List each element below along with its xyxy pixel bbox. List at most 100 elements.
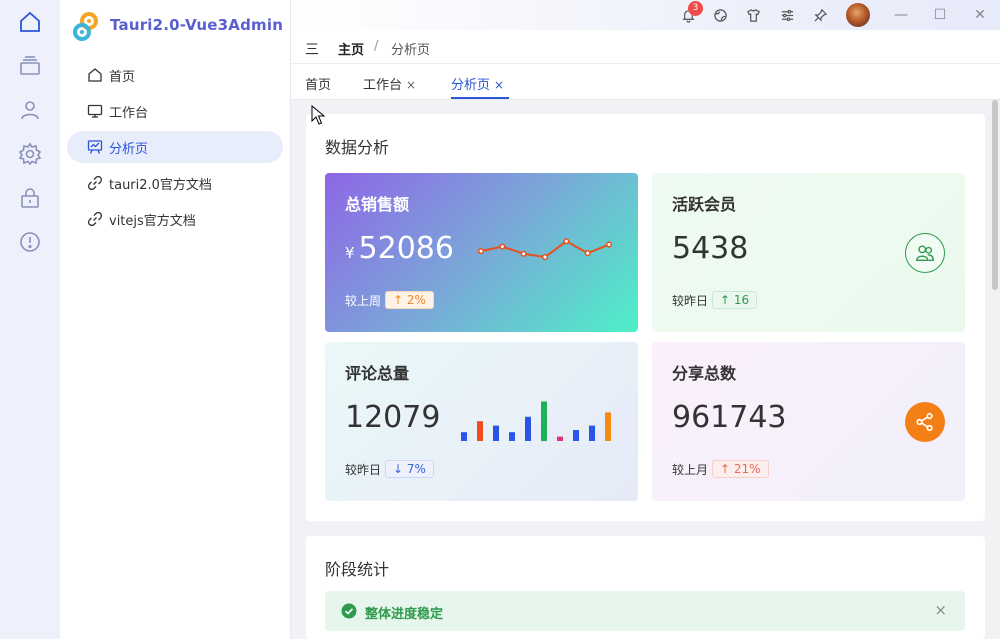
mouse-cursor-icon — [311, 105, 325, 125]
check-circle-icon — [341, 603, 357, 619]
sidebar-item-label: 工作台 — [109, 102, 148, 121]
lock-icon[interactable] — [17, 185, 43, 211]
active-tab-indicator — [451, 97, 509, 99]
stat-card-comments: 评论总量 12079 较昨日 ↓ 7% — [325, 342, 638, 501]
home-icon[interactable] — [17, 9, 43, 35]
trend-point — [500, 244, 505, 249]
trend-point — [564, 239, 569, 244]
compare-label: 较上月 — [672, 461, 708, 478]
sidebar-toggle-icon[interactable]: 三 — [305, 39, 319, 59]
change-chip: ↑ 21% — [712, 460, 769, 478]
scrollbar[interactable] — [992, 100, 998, 290]
app-title: Tauri2.0-Vue3Admin — [110, 16, 283, 34]
sales-trend-chart — [475, 228, 615, 273]
comment-bar — [589, 426, 595, 441]
change-chip: ↑ 16 — [712, 291, 757, 309]
tab-analysis[interactable]: 分析页 × — [451, 74, 504, 93]
globe-icon[interactable] — [711, 6, 729, 24]
breadcrumb-home[interactable]: 主页 — [338, 39, 364, 58]
stage-panel: 阶段统计 整体进度稳定 × — [306, 536, 985, 639]
tab-label: 分析页 — [451, 78, 490, 93]
tab-home[interactable]: 首页 — [305, 74, 331, 93]
comment-bar — [477, 421, 483, 441]
comments-bar-chart — [460, 397, 615, 441]
card-footer: 较上周 ↑ 2% — [345, 291, 434, 309]
comment-bar — [461, 432, 467, 441]
minimize-icon[interactable]: — — [892, 6, 910, 24]
card-value: 961743 — [672, 400, 787, 435]
success-alert: 整体进度稳定 × — [325, 591, 965, 631]
monitor-icon — [87, 103, 103, 119]
comment-bar — [557, 437, 563, 441]
change-chip: ↓ 7% — [385, 460, 434, 478]
alert-close-icon[interactable]: × — [934, 601, 947, 619]
card-value: 12079 — [345, 400, 440, 435]
layers-icon[interactable] — [17, 53, 43, 79]
sidebar-item-label: 分析页 — [109, 138, 148, 157]
sidebar: Tauri2.0-Vue3Admin 首页 工作台 分析页 tauri2.0官方… — [60, 0, 291, 639]
breadcrumb-current: 分析页 — [391, 39, 430, 58]
trend-point — [607, 242, 612, 247]
sidebar-item-label: vitejs官方文档 — [109, 210, 196, 229]
alert-text: 整体进度稳定 — [365, 603, 443, 622]
comment-bar — [493, 426, 499, 441]
sidebar-item-label: 首页 — [109, 66, 135, 85]
tab-close-icon[interactable]: × — [406, 78, 416, 92]
currency-symbol: ¥ — [345, 244, 355, 262]
card-title: 评论总量 — [345, 360, 409, 384]
card-footer: 较昨日 ↓ 7% — [345, 460, 434, 478]
tab-label: 工作台 — [363, 78, 402, 93]
comment-bar — [573, 430, 579, 441]
trend-point — [585, 251, 590, 256]
sidebar-item-label: tauri2.0官方文档 — [109, 174, 212, 193]
trend-point — [479, 249, 484, 254]
sidebar-menu: 首页 工作台 分析页 tauri2.0官方文档 vitejs官方文档 — [67, 59, 283, 239]
sidebar-item-analysis[interactable]: 分析页 — [67, 131, 283, 163]
stat-card-shares: 分享总数 961743 较上月 ↑ 21% — [652, 342, 965, 501]
sliders-icon[interactable] — [778, 6, 796, 24]
card-footer: 较昨日 ↑ 16 — [672, 291, 757, 309]
comment-bar — [509, 432, 515, 441]
breadcrumb-bar: 三 主页 / 分析页 — [291, 30, 1000, 64]
compare-label: 较昨日 — [672, 292, 708, 309]
card-title: 总销售额 — [345, 191, 409, 215]
tab-workbench[interactable]: 工作台 × — [363, 74, 416, 93]
comment-bar — [541, 401, 547, 441]
home-icon — [87, 67, 103, 83]
presentation-icon — [87, 139, 103, 155]
pin-icon[interactable] — [811, 6, 829, 24]
card-footer: 较上月 ↑ 21% — [672, 460, 769, 478]
shirt-icon[interactable] — [744, 6, 762, 24]
user-icon[interactable] — [17, 97, 43, 123]
card-title: 活跃会员 — [672, 191, 736, 215]
sidebar-item-workbench[interactable]: 工作台 — [67, 95, 283, 127]
panel-title: 数据分析 — [325, 134, 389, 158]
trend-point — [543, 255, 548, 260]
link-icon — [87, 211, 103, 227]
compare-label: 较上周 — [345, 292, 381, 309]
card-value: ¥52086 — [345, 231, 454, 266]
tab-close-icon[interactable]: × — [494, 78, 504, 92]
link-icon — [87, 175, 103, 191]
comment-bar — [605, 412, 611, 441]
comment-bar — [525, 417, 531, 441]
card-value-number: 52086 — [359, 231, 454, 266]
sidebar-item-vitejs-docs[interactable]: vitejs官方文档 — [67, 203, 283, 235]
settings-icon[interactable] — [17, 141, 43, 167]
alert-icon[interactable] — [17, 229, 43, 255]
sidebar-item-tauri-docs[interactable]: tauri2.0官方文档 — [67, 167, 283, 199]
tab-label: 首页 — [305, 78, 331, 93]
stat-card-members: 活跃会员 5438 较昨日 ↑ 16 — [652, 173, 965, 332]
users-icon — [905, 233, 945, 273]
panel-title: 阶段统计 — [325, 556, 389, 580]
close-icon[interactable]: ✕ — [971, 6, 989, 24]
stat-card-sales: 总销售额 ¥52086 较上周 ↑ 2% — [325, 173, 638, 332]
app-logo-icon — [70, 10, 102, 44]
maximize-icon[interactable]: ☐ — [931, 6, 949, 24]
compare-label: 较昨日 — [345, 461, 381, 478]
trend-point — [521, 252, 526, 257]
user-avatar[interactable] — [846, 3, 870, 27]
sidebar-item-home[interactable]: 首页 — [67, 59, 283, 91]
share-icon — [905, 402, 945, 442]
card-value: 5438 — [672, 231, 748, 266]
